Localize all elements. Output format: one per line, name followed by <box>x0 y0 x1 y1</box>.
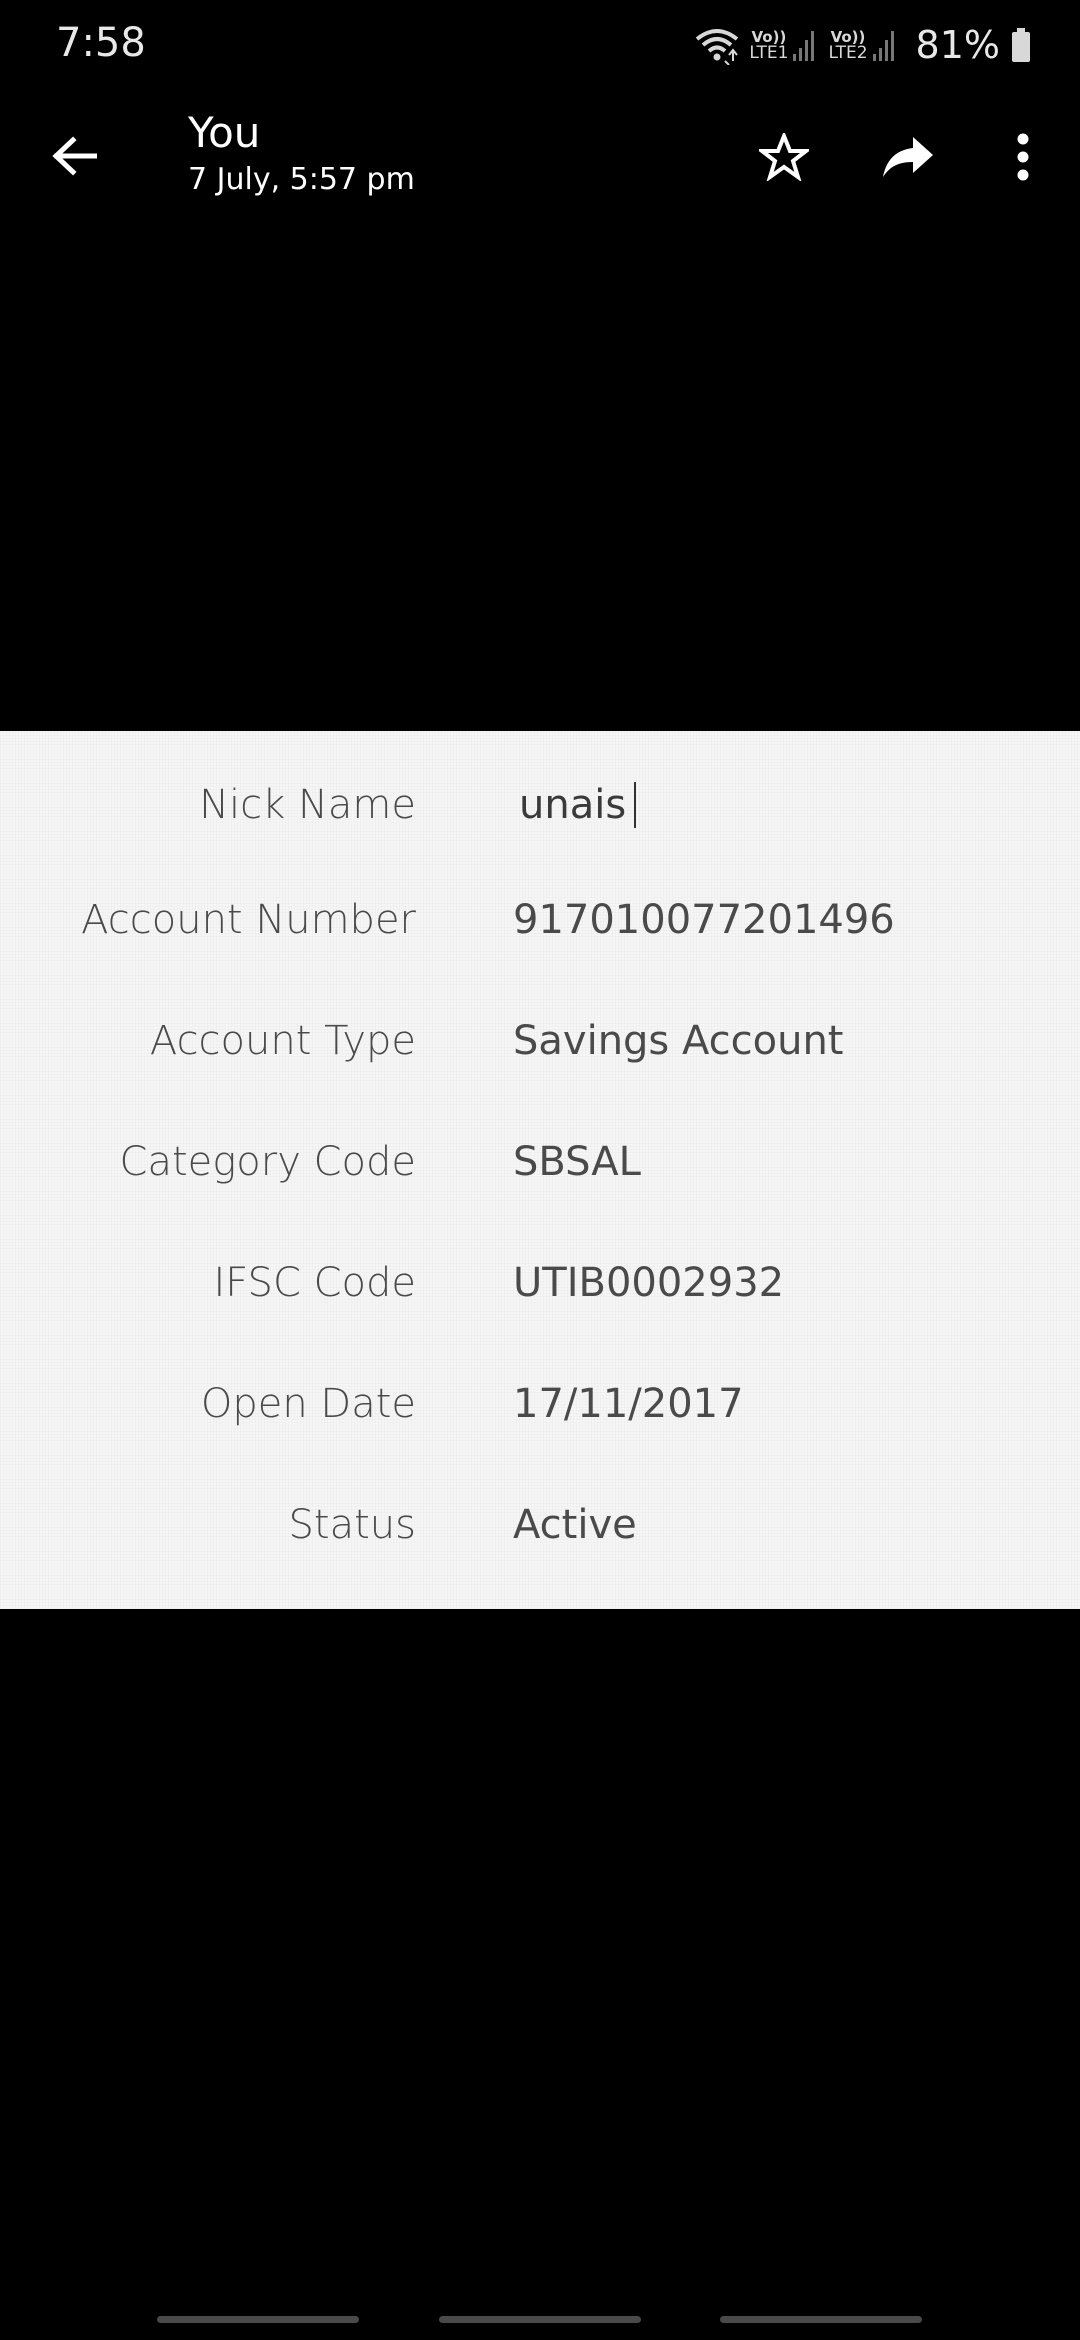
star-button[interactable] <box>749 124 819 194</box>
sim2-signal: Vo)) LTE2 <box>828 28 897 62</box>
status-value: Active <box>513 1502 637 1548</box>
back-button[interactable] <box>42 126 106 190</box>
star-icon <box>756 130 812 185</box>
battery-icon <box>1010 27 1032 63</box>
detail-row-ifsc-code: IFSC Code UTIB0002932 <box>0 1248 1080 1318</box>
open-date-value: 17/11/2017 <box>513 1381 744 1427</box>
nav-back-button[interactable] <box>720 2316 922 2323</box>
status-icons: Vo)) LTE1 Vo)) LTE2 81% <box>695 20 1032 70</box>
battery-percent: 81% <box>915 23 1000 67</box>
share-icon <box>881 135 935 183</box>
nav-home-button[interactable] <box>439 2316 641 2323</box>
account-details-card: Nick Name unais Account Number 917010077… <box>0 731 1080 1609</box>
detail-row-account-number: Account Number 917010077201496 <box>0 885 1080 955</box>
status-label: Status <box>288 1502 416 1548</box>
detail-row-category-code: Category Code SBSAL <box>0 1127 1080 1197</box>
navigation-bar <box>0 2300 1080 2340</box>
nick-name-value: unais <box>519 782 627 828</box>
account-type-label: Account Type <box>149 1018 416 1064</box>
detail-row-account-type: Account Type Savings Account <box>0 1006 1080 1076</box>
open-date-label: Open Date <box>200 1381 416 1427</box>
share-button[interactable] <box>873 124 943 194</box>
nick-name-label: Nick Name <box>199 782 416 828</box>
category-code-value: SBSAL <box>513 1139 641 1185</box>
nav-recents-button[interactable] <box>157 2316 359 2323</box>
ifsc-code-value: UTIB0002932 <box>513 1260 785 1306</box>
sent-timestamp: 7 July, 5:57 pm <box>188 162 415 198</box>
status-time: 7:58 <box>56 20 146 66</box>
sim1-lte-label: LTE1 <box>749 43 789 63</box>
account-number-label: Account Number <box>81 897 416 943</box>
sim1-signal: Vo)) LTE1 <box>749 28 818 62</box>
nick-name-input[interactable]: unais <box>519 770 637 840</box>
detail-row-nick-name: Nick Name unais <box>0 770 1080 840</box>
signal-icon <box>792 28 818 62</box>
title-block: You 7 July, 5:57 pm <box>188 108 415 197</box>
back-arrow-icon <box>51 136 98 180</box>
wifi-icon <box>695 25 739 65</box>
more-vert-icon <box>1016 133 1030 185</box>
ifsc-code-label: IFSC Code <box>213 1260 416 1306</box>
signal-icon <box>872 28 898 62</box>
toolbar: You 7 July, 5:57 pm <box>0 100 1080 220</box>
text-cursor <box>634 782 637 828</box>
account-number-value: 917010077201496 <box>513 897 895 943</box>
more-options-button[interactable] <box>988 124 1058 194</box>
sim2-lte-label: LTE2 <box>828 43 868 63</box>
status-bar: 7:58 Vo)) LTE1 Vo)) LTE2 81% <box>0 0 1080 90</box>
sender-name: You <box>188 108 261 157</box>
account-type-value: Savings Account <box>513 1018 844 1064</box>
detail-row-open-date: Open Date 17/11/2017 <box>0 1369 1080 1439</box>
detail-row-status: Status Active <box>0 1490 1080 1560</box>
category-code-label: Category Code <box>119 1139 416 1185</box>
